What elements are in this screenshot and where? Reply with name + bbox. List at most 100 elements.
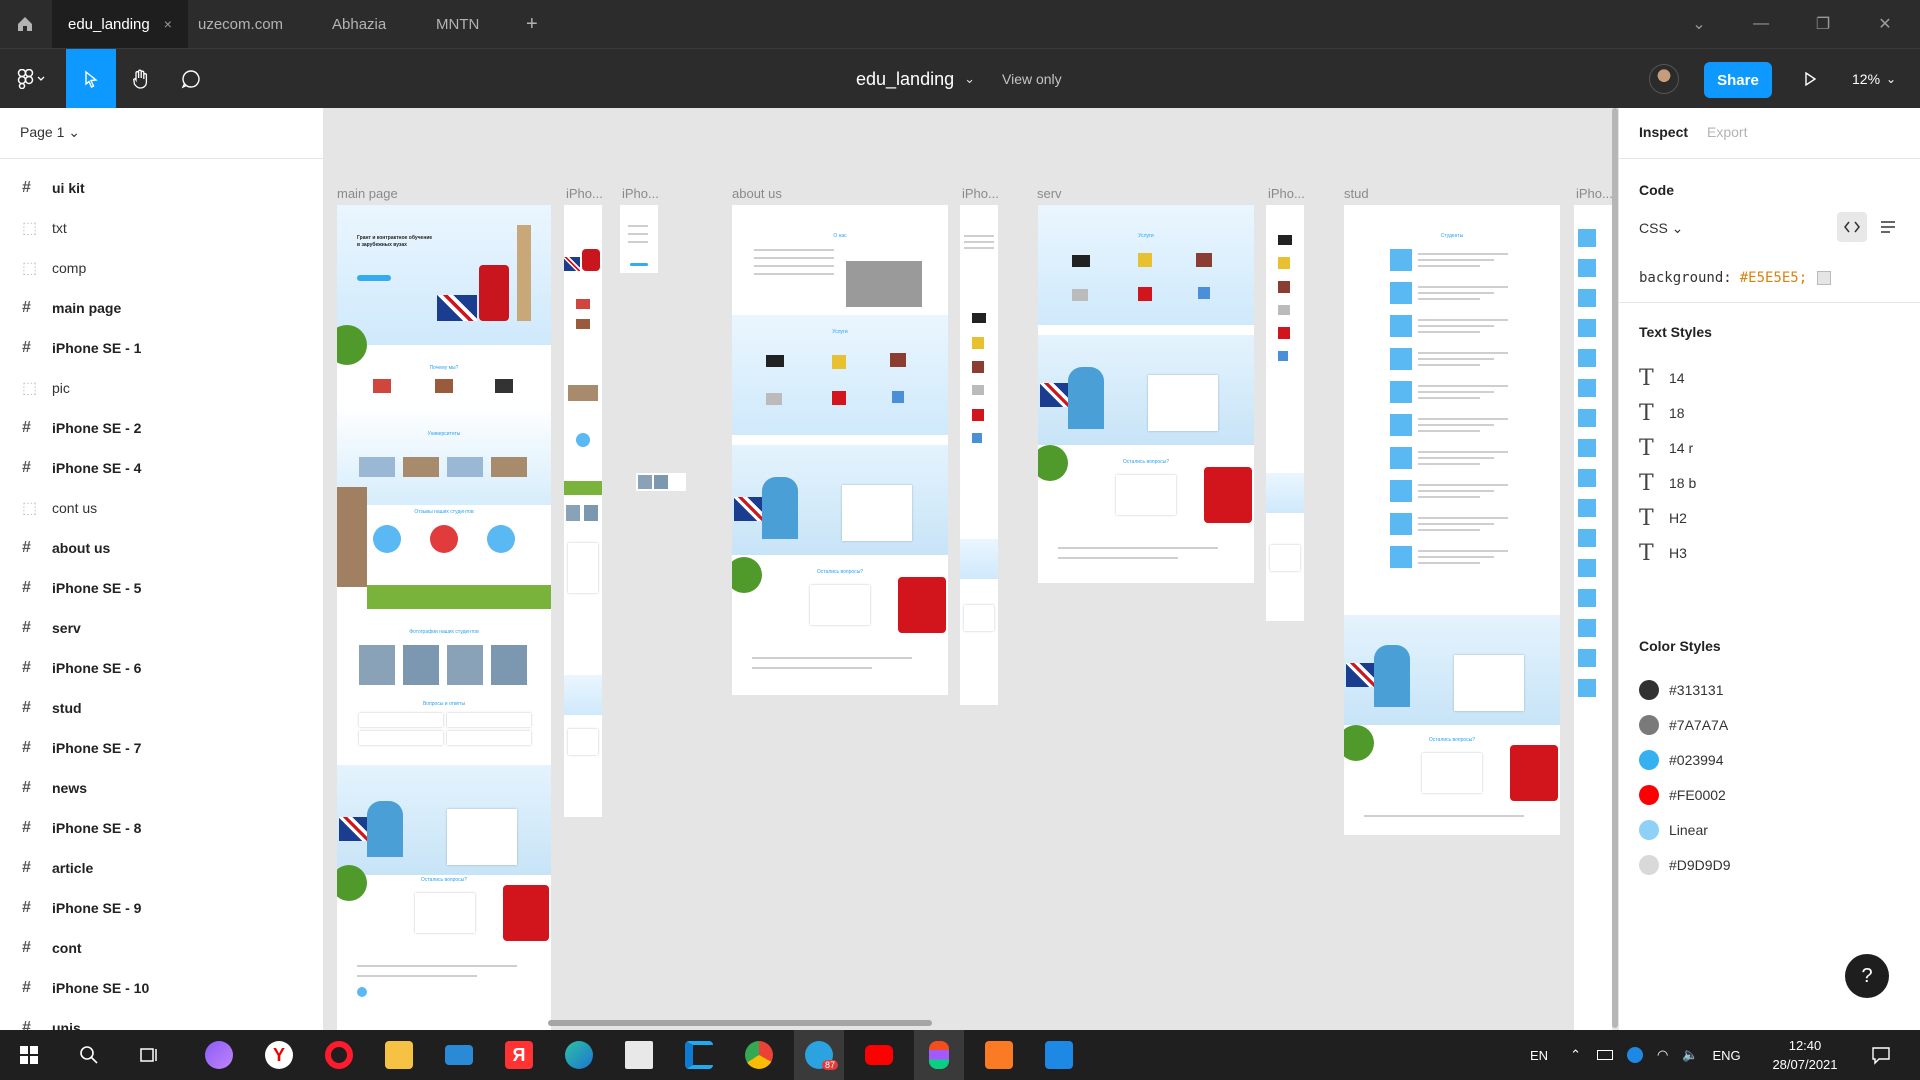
notifications-button[interactable] xyxy=(1856,1030,1906,1080)
color-style-item[interactable]: #D9D9D9 xyxy=(1639,853,1899,877)
share-button[interactable]: Share xyxy=(1704,62,1772,98)
tab-inspect[interactable]: Inspect xyxy=(1639,124,1688,140)
avatar[interactable] xyxy=(1646,49,1682,109)
task-view-button[interactable] xyxy=(124,1030,174,1080)
chevron-down-icon[interactable]: ⌄ xyxy=(1676,0,1722,48)
opera-app[interactable] xyxy=(314,1030,364,1080)
canvas[interactable]: main page iPho... iPho... about us iPho.… xyxy=(324,108,1618,1030)
color-style-item[interactable]: #7A7A7A xyxy=(1639,713,1899,737)
layer-item[interactable]: # article xyxy=(0,848,324,888)
color-style-item[interactable]: #313131 xyxy=(1639,678,1899,702)
chrome-app[interactable] xyxy=(734,1030,784,1080)
hand-tool-button[interactable] xyxy=(118,49,164,109)
color-style-item[interactable]: #023994 xyxy=(1639,748,1899,772)
alice-app[interactable] xyxy=(194,1030,244,1080)
layer-item[interactable]: # news xyxy=(0,768,324,808)
layer-item[interactable]: ⬚ cont us xyxy=(0,488,324,528)
layer-item[interactable]: # iPhone SE - 9 xyxy=(0,888,324,928)
file-explorer-app[interactable] xyxy=(374,1030,424,1080)
frame-main-page[interactable]: Грант и контрактное обучение в зарубежны… xyxy=(337,205,551,1030)
chevron-up-icon[interactable]: ⌃ xyxy=(1570,1047,1581,1063)
frame-about-us[interactable]: О нас Услуги Остались вопросы? xyxy=(732,205,948,695)
frame-label-iphone[interactable]: iPho... xyxy=(622,186,659,201)
wifi-icon[interactable]: ◠ xyxy=(1657,1047,1668,1063)
list-view-button[interactable] xyxy=(1873,212,1903,242)
layer-item[interactable]: ⬚ comp xyxy=(0,248,324,288)
search-button[interactable] xyxy=(64,1030,114,1080)
layer-item[interactable]: # iPhone SE - 6 xyxy=(0,648,324,688)
store-app[interactable] xyxy=(614,1030,664,1080)
vscode-app[interactable] xyxy=(674,1030,724,1080)
layer-item[interactable]: # serv xyxy=(0,608,324,648)
frame-label-main-page[interactable]: main page xyxy=(337,186,398,201)
xampp-app[interactable] xyxy=(974,1030,1024,1080)
text-style-item[interactable]: T 18 b xyxy=(1639,471,1899,496)
volume-icon[interactable]: 🔈 xyxy=(1682,1047,1698,1063)
edge-app[interactable] xyxy=(554,1030,604,1080)
mail-app[interactable] xyxy=(434,1030,484,1080)
language-indicator-short[interactable]: EN xyxy=(1530,1048,1548,1063)
new-tab-button[interactable]: + xyxy=(510,0,554,48)
close-tab-icon[interactable]: × xyxy=(164,16,172,32)
frame-iphone-se[interactable] xyxy=(1266,205,1304,621)
clock[interactable]: 12:40 28/07/2021 xyxy=(1760,1036,1850,1074)
layer-item[interactable]: # iPhone SE - 5 xyxy=(0,568,324,608)
text-style-item[interactable]: T 14 xyxy=(1639,366,1899,391)
code-view-button[interactable] xyxy=(1837,212,1867,242)
comment-tool-button[interactable] xyxy=(168,49,214,109)
code-language-select[interactable]: CSS ⌄ xyxy=(1639,220,1683,237)
present-button[interactable] xyxy=(1790,49,1830,109)
windows-start-button[interactable] xyxy=(4,1030,54,1080)
figma-app[interactable] xyxy=(914,1030,964,1080)
frame-iphone-se[interactable] xyxy=(636,473,686,491)
layer-item[interactable]: # iPhone SE - 7 xyxy=(0,728,324,768)
frame-stud[interactable]: Студенты Остались вопросы? xyxy=(1344,205,1560,835)
yandex-browser-app[interactable]: Y xyxy=(254,1030,304,1080)
frame-iphone-se[interactable] xyxy=(960,205,998,705)
tab-edu-landing[interactable]: edu_landing × xyxy=(52,0,188,48)
layer-item[interactable]: # iPhone SE - 8 xyxy=(0,808,324,848)
main-menu-button[interactable] xyxy=(8,49,54,109)
frame-label-stud[interactable]: stud xyxy=(1344,186,1369,201)
zoom-dropdown[interactable]: 12% ⌄ xyxy=(1852,49,1896,109)
layer-item[interactable]: # iPhone SE - 10 xyxy=(0,968,324,1008)
color-style-item[interactable]: Linear xyxy=(1639,818,1899,842)
move-tool-button[interactable] xyxy=(66,49,116,109)
frame-label-iphone[interactable]: iPho... xyxy=(1576,186,1613,201)
text-style-item[interactable]: T 14 r xyxy=(1639,436,1899,461)
layer-item[interactable]: ⬚ pic xyxy=(0,368,324,408)
language-indicator[interactable]: ENG xyxy=(1713,1048,1741,1063)
frame-iphone-se[interactable] xyxy=(564,205,602,817)
horizontal-scrollbar[interactable] xyxy=(548,1020,932,1026)
layer-item[interactable]: # stud xyxy=(0,688,324,728)
page-selector[interactable]: Page 1 ⌄ xyxy=(20,124,80,141)
close-window-button[interactable]: ✕ xyxy=(1862,0,1908,48)
telegram-app[interactable]: 87 xyxy=(794,1030,844,1080)
youtube-app[interactable] xyxy=(854,1030,904,1080)
layer-item[interactable]: # main page xyxy=(0,288,324,328)
media-app[interactable] xyxy=(1034,1030,1084,1080)
layer-item[interactable]: # iPhone SE - 1 xyxy=(0,328,324,368)
tab-abhazia[interactable]: Abhazia xyxy=(316,0,402,48)
frame-label-about-us[interactable]: about us xyxy=(732,186,782,201)
yandex-app[interactable]: Я xyxy=(494,1030,544,1080)
layer-item[interactable]: # iPhone SE - 2 xyxy=(0,408,324,448)
text-style-item[interactable]: T 18 xyxy=(1639,401,1899,426)
home-icon[interactable] xyxy=(0,0,50,48)
layer-item[interactable]: # ui kit xyxy=(0,168,324,208)
frame-label-iphone[interactable]: iPho... xyxy=(566,186,603,201)
layer-item[interactable]: # cont xyxy=(0,928,324,968)
network-icon[interactable] xyxy=(1626,1047,1643,1063)
layer-item[interactable]: # about us xyxy=(0,528,324,568)
document-title-button[interactable]: edu_landing ⌄ xyxy=(856,49,975,109)
frame-label-iphone[interactable]: iPho... xyxy=(1268,186,1305,201)
frame-label-iphone[interactable]: iPho... xyxy=(962,186,999,201)
tab-export[interactable]: Export xyxy=(1707,124,1747,140)
help-button[interactable]: ? xyxy=(1845,954,1889,998)
text-style-item[interactable]: T H3 xyxy=(1639,541,1899,566)
restore-button[interactable]: ❐ xyxy=(1800,0,1846,48)
layer-item[interactable]: # iPhone SE - 4 xyxy=(0,448,324,488)
text-style-item[interactable]: T H2 xyxy=(1639,506,1899,531)
frame-label-serv[interactable]: serv xyxy=(1037,186,1062,201)
frame-serv[interactable]: Услуги Остались вопросы? xyxy=(1038,205,1254,583)
